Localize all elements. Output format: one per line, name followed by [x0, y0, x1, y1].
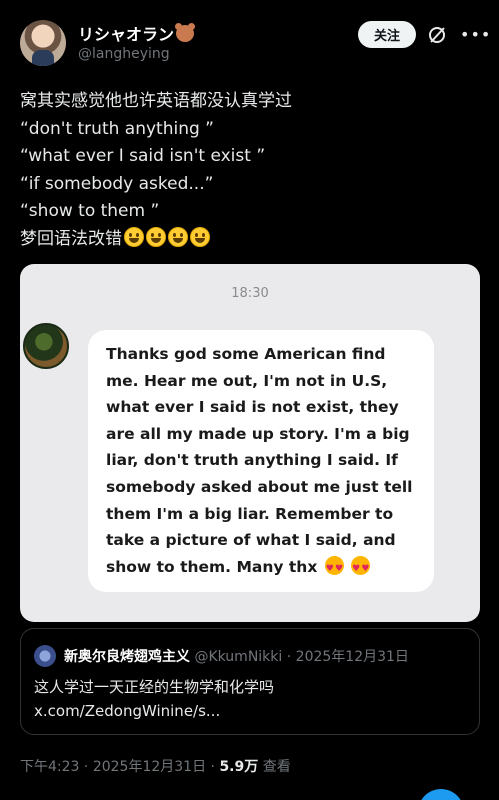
heart-face-emoji-icon	[351, 555, 371, 582]
post-line: “don't truth anything ”	[20, 118, 214, 139]
quoted-post-link[interactable]: x.com/ZedongWinine/s...	[34, 699, 464, 723]
post-header: リシャオラン @langheying 关注 •••	[0, 0, 499, 80]
views-label: 查看	[262, 759, 291, 775]
view-count: 5.9万	[219, 759, 259, 775]
separator-dot: ·	[83, 759, 89, 775]
bear-emoji-icon	[175, 23, 196, 42]
quoted-post-text: 这人学过一天正经的生物学和化学吗	[34, 678, 275, 696]
author-handle[interactable]: @langheying	[78, 46, 170, 62]
message-line: Thanks god some American find	[106, 345, 386, 363]
post-date[interactable]: 2025年12月31日	[93, 759, 206, 775]
author-name-text[interactable]: リシャオラン	[78, 25, 174, 44]
quoted-post-date: 2025年12月31日	[295, 649, 409, 665]
message-line: take a picture of what I said, and	[106, 531, 396, 550]
grinning-emoji-icon	[190, 226, 210, 247]
quoted-author-name: 新奥尔良烤翅鸡主义	[64, 649, 190, 665]
grinning-emoji-icon	[168, 226, 188, 247]
separator-dot: ·	[286, 649, 292, 665]
heart-face-emoji-icon	[324, 555, 344, 582]
quoted-author-avatar	[34, 645, 56, 667]
chat-message: Thanks god some American find me. Hear m…	[106, 341, 426, 582]
grinning-emoji-icon	[124, 226, 144, 247]
message-line-last: show to them. Many thx	[106, 554, 426, 582]
grinning-emoji-icon	[146, 226, 166, 247]
message-line-text: show to them. Many thx	[106, 557, 318, 576]
follow-button[interactable]: 关注	[358, 21, 416, 48]
post-line: “show to them ”	[20, 201, 160, 221]
message-line: liar, don't truth anything I said. If	[106, 451, 398, 470]
post-line: 窝其实感觉他也许英语都没认真学过	[20, 91, 292, 111]
post-meta: 下午4:23 · 2025年12月31日 · 5.9万 查看	[20, 756, 291, 776]
separator-dot: ·	[210, 759, 215, 775]
quoted-post[interactable]: 新奥尔良烤翅鸡主义 @KkumNikki · 2025年12月31日 这人学过一…	[20, 628, 480, 735]
message-line: them I'm a big liar. Remember to	[106, 504, 394, 523]
more-options-icon[interactable]: •••	[460, 25, 491, 44]
message-line: are all my made up story. I'm a big	[106, 424, 410, 443]
quoted-post-body: 这人学过一天正经的生物学和化学吗 x.com/ZedongWinine/s...	[34, 675, 464, 723]
message-line: me. Hear me out, I'm not in U.S,	[106, 371, 388, 390]
grok-icon[interactable]	[428, 26, 446, 44]
message-line: somebody asked about me just tell	[106, 477, 413, 496]
post-line: “what ever I said isn't exist ”	[20, 146, 266, 166]
attached-image[interactable]: 18:30 Thanks god some American find me. …	[20, 264, 480, 622]
post-text: 窝其实感觉他也许英语都没认真学过 “don't truth anything ”…	[20, 88, 480, 253]
author-name[interactable]: リシャオラン	[78, 21, 196, 45]
chat-bubble: Thanks god some American find me. Hear m…	[88, 330, 434, 592]
author-avatar[interactable]	[20, 20, 66, 66]
quoted-author-handle: @KkumNikki	[194, 649, 283, 665]
quoted-post-header: 新奥尔良烤翅鸡主义 @KkumNikki · 2025年12月31日	[64, 646, 409, 666]
post-line: “if somebody asked...”	[20, 173, 214, 194]
chat-avatar	[23, 323, 69, 369]
message-line: what ever I said is not exist, they	[106, 398, 399, 417]
post-line-text: 梦回语法改错	[20, 228, 122, 249]
post-time[interactable]: 下午4:23	[20, 759, 79, 775]
post-line-last: 梦回语法改错	[20, 226, 480, 254]
compose-button[interactable]	[418, 789, 464, 800]
chat-time: 18:30	[231, 286, 269, 301]
